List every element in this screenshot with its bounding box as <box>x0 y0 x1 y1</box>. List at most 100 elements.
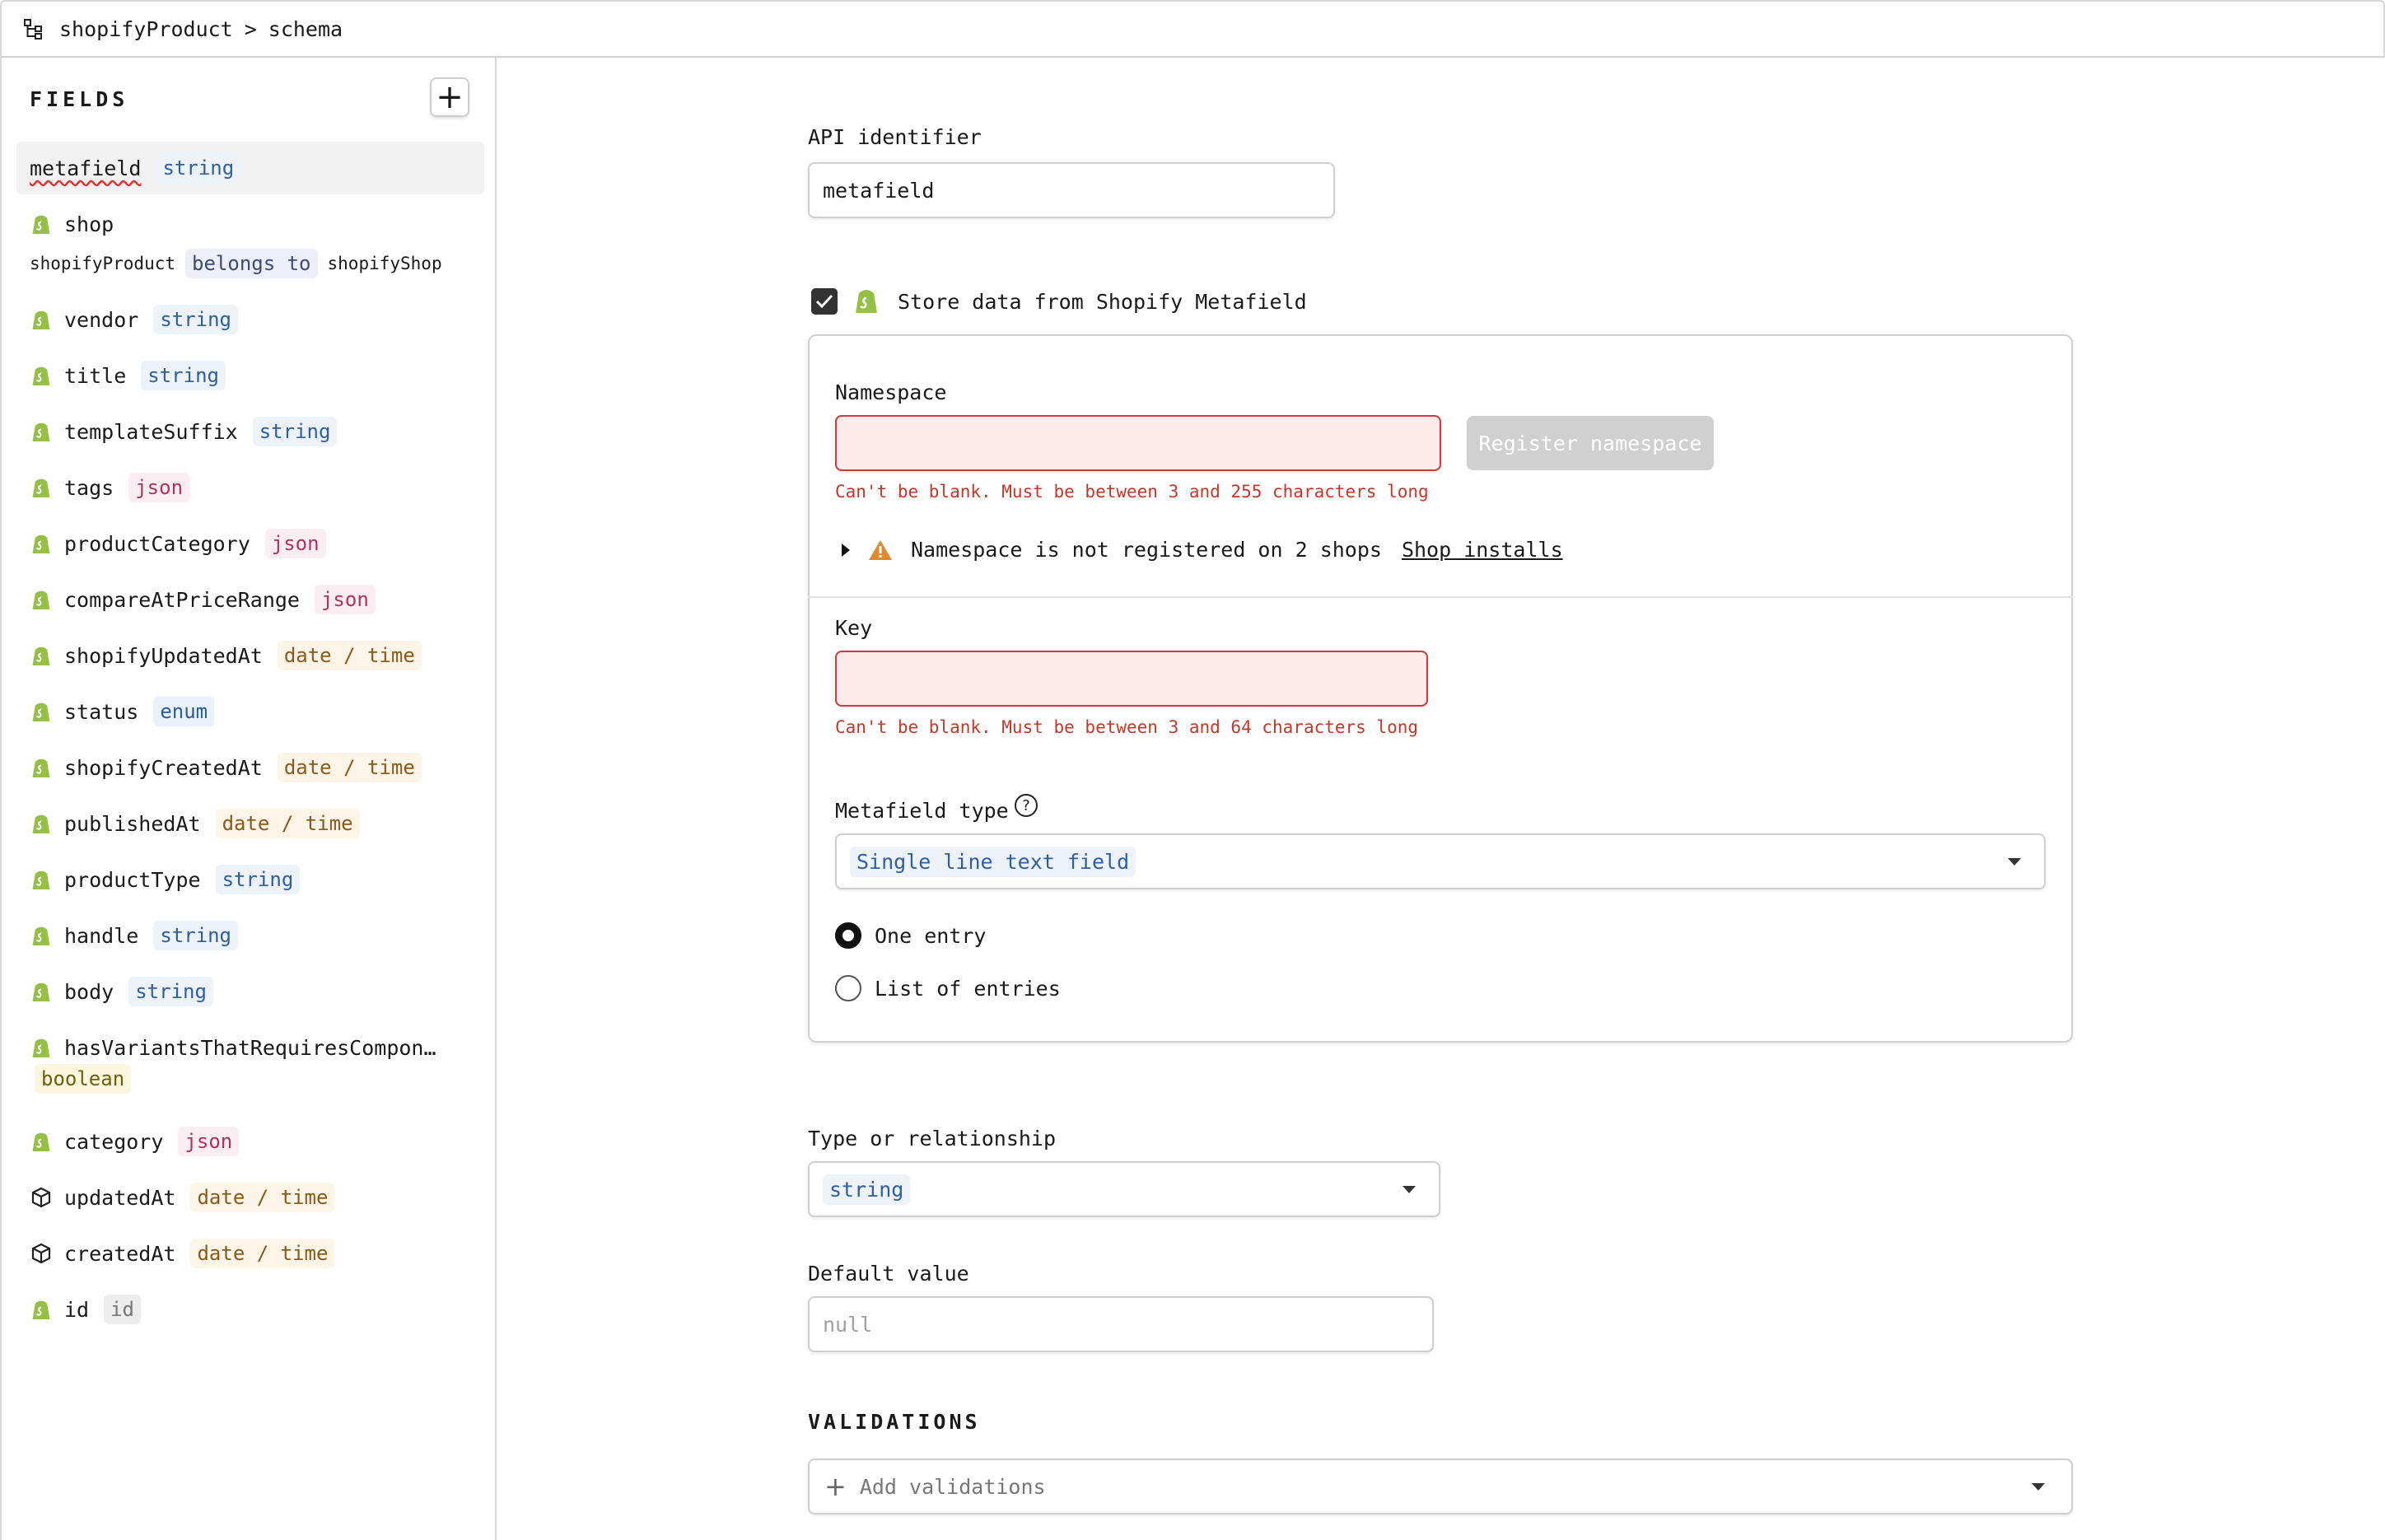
key-input[interactable] <box>835 651 1428 707</box>
metafield-type-select[interactable]: Single line text field <box>835 833 2046 889</box>
field-type-badge: json <box>264 529 326 558</box>
default-value-input[interactable]: null <box>808 1296 1434 1352</box>
sidebar-field-14[interactable]: body string <box>16 965 484 1018</box>
field-type-badge: date / time <box>277 753 422 782</box>
key-error: Can't be blank. Must be between 3 and 64… <box>835 717 1419 737</box>
list-of-entries-label: List of entries <box>875 977 1061 1001</box>
sidebar-field-10[interactable]: shopifyCreatedAt date / time <box>16 741 484 794</box>
type-relationship-selected: string <box>823 1174 911 1205</box>
list-of-entries-radio[interactable] <box>835 975 861 1001</box>
add-field-button[interactable]: + <box>430 77 469 117</box>
one-entry-label: One entry <box>875 924 987 948</box>
relationship-from: shopifyProduct <box>30 254 176 273</box>
breadcrumb-model-link[interactable]: shopifyProduct <box>59 17 233 41</box>
sidebar-field-12[interactable]: productType string <box>16 853 484 906</box>
chevron-down-icon <box>1403 1186 1416 1193</box>
type-relationship-select[interactable]: string <box>808 1161 1440 1217</box>
field-type-badge: string <box>153 305 239 334</box>
shop-installs-link[interactable]: Shop installs <box>1402 538 1563 562</box>
field-type-badge: string <box>156 153 241 183</box>
store-metafield-checkbox[interactable] <box>811 288 838 315</box>
field-type-badge: date / time <box>215 809 360 838</box>
sidebar-field-6[interactable]: productCategory json <box>16 517 484 570</box>
field-name: vendor <box>64 307 139 332</box>
shopify-logo-icon <box>30 1130 53 1153</box>
field-type-badge: enum <box>153 697 215 726</box>
plus-icon: + <box>436 78 464 116</box>
type-relationship-label: Type or relationship <box>808 1127 1057 1150</box>
relationship-kind: belongs to <box>185 249 318 278</box>
relationship-to: shopifyShop <box>327 254 442 273</box>
namespace-warning-text: Namespace is not registered on 2 shops <box>911 538 1382 562</box>
field-type-badge: date / time <box>277 641 422 670</box>
sidebar-field-13[interactable]: handle string <box>16 909 484 962</box>
sidebar-field-1[interactable]: shop <box>16 198 484 250</box>
fields-sidebar: FIELDS + metafield string shop vendor string… <box>0 58 497 1540</box>
sidebar-field-11[interactable]: publishedAt date / time <box>16 797 484 850</box>
field-type-badge: date / time <box>190 1239 335 1268</box>
sidebar-field-8[interactable]: shopifyUpdatedAt date / time <box>16 629 484 682</box>
sidebar-field-4[interactable]: templateSuffix string <box>16 405 484 458</box>
key-label: Key <box>835 616 873 640</box>
field-type-badge: string <box>215 865 301 894</box>
field-name: createdAt <box>64 1241 176 1266</box>
field-type-badge: boolean <box>35 1064 132 1094</box>
sidebar-field-17[interactable]: updatedAt date / time <box>16 1171 484 1224</box>
breadcrumb: shopifyProduct > schema <box>0 0 2385 58</box>
shopify-logo-icon <box>30 476 53 499</box>
store-metafield-label: Store data from Shopify Metafield <box>898 290 1307 314</box>
default-value-placeholder: null <box>823 1312 873 1337</box>
field-name: shop <box>64 212 114 236</box>
shopify-logo-icon <box>30 980 53 1003</box>
api-identifier-value: metafield <box>823 178 935 203</box>
shopify-logo-icon <box>30 700 53 723</box>
field-name: tags <box>64 475 114 500</box>
schema-tree-icon <box>23 18 44 40</box>
shopify-logo-icon <box>30 420 53 443</box>
sidebar-field-19[interactable]: id id <box>16 1283 484 1336</box>
api-identifier-input[interactable]: metafield <box>808 162 1335 218</box>
sidebar-field-16[interactable]: category json <box>16 1115 484 1168</box>
field-name: productCategory <box>64 531 250 556</box>
shopify-logo-icon <box>30 308 53 331</box>
sidebar-field-9[interactable]: status enum <box>16 685 484 738</box>
shopify-logo-icon <box>30 1298 53 1321</box>
chevron-down-icon <box>2008 858 2021 866</box>
sidebar-field-18[interactable]: createdAt date / time <box>16 1227 484 1280</box>
field-type-badge: date / time <box>190 1183 335 1212</box>
sidebar-field-3[interactable]: title string <box>16 349 484 402</box>
field-name: handle <box>64 923 139 948</box>
help-icon[interactable]: ? <box>1015 794 1038 817</box>
shopify-logo-icon <box>30 588 53 611</box>
sidebar-field-7[interactable]: compareAtPriceRange json <box>16 573 484 626</box>
one-entry-radio[interactable] <box>835 922 861 949</box>
add-validations-label: Add validations <box>859 1474 1046 1499</box>
default-value-label: Default value <box>808 1262 969 1286</box>
field-name: title <box>64 363 127 388</box>
namespace-error: Can't be blank. Must be between 3 and 25… <box>835 482 1429 502</box>
plus-icon: + <box>824 1471 847 1502</box>
field-name: status <box>64 699 139 724</box>
register-namespace-button[interactable]: Register namespace <box>1467 416 1714 470</box>
field-type-badge: string <box>252 417 338 446</box>
field-type-badge: id <box>104 1295 142 1324</box>
field-name: body <box>64 979 114 1004</box>
shopify-logo-icon <box>30 812 53 835</box>
add-validations-select[interactable]: + Add validations <box>808 1458 2073 1514</box>
sidebar-field-0[interactable]: metafield string <box>16 142 484 194</box>
namespace-warning: Namespace is not registered on 2 shops S… <box>842 538 1563 562</box>
metafield-type-selected: Single line text field <box>850 846 1136 877</box>
relationship-description: shopifyProduct belongs to shopifyShop <box>30 249 442 278</box>
field-name: metafield <box>30 156 142 180</box>
sidebar-field-2[interactable]: vendor string <box>16 293 484 346</box>
namespace-input[interactable] <box>835 415 1441 471</box>
metafield-type-label: Metafield type <box>835 799 1009 823</box>
shopify-logo-icon <box>30 924 53 947</box>
sidebar-field-5[interactable]: tags json <box>16 461 484 514</box>
cube-icon <box>30 1186 53 1209</box>
shopify-logo-icon <box>30 1036 53 1059</box>
shopify-logo-icon <box>30 756 53 779</box>
expand-caret-icon[interactable] <box>842 543 850 557</box>
field-type-badge: string <box>153 921 239 950</box>
field-name: updatedAt <box>64 1185 176 1210</box>
